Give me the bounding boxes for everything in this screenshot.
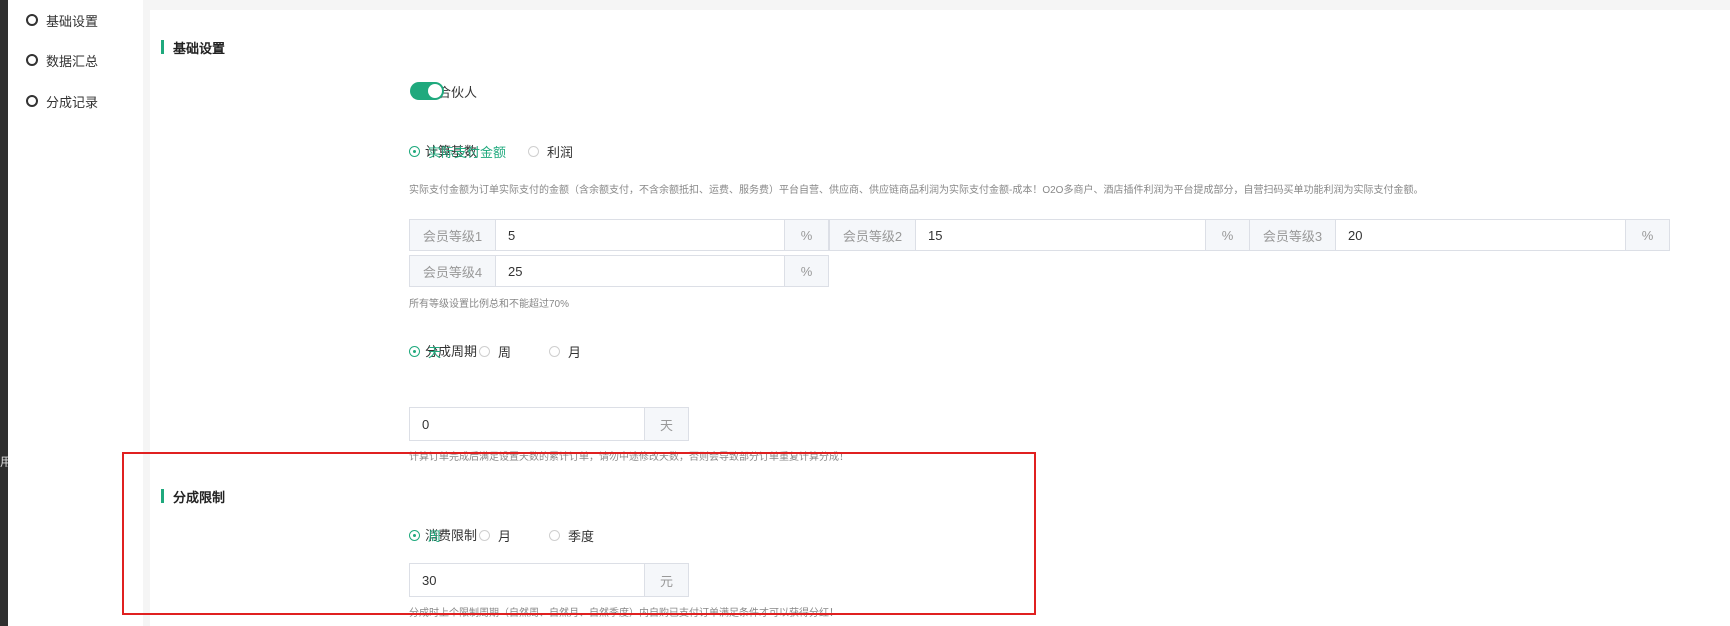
radio-dot-icon bbox=[409, 345, 420, 357]
radio-dot-icon bbox=[528, 145, 540, 157]
radio-label: 周 bbox=[428, 528, 442, 544]
ratio-level-2-name: 会员等级2 bbox=[830, 220, 916, 250]
ratio-level-1-unit: % bbox=[784, 220, 828, 250]
radio-label: 实际支付金额 bbox=[428, 144, 507, 160]
sidebar-item-label: 分成记录 bbox=[46, 94, 99, 110]
sidebar: 基础设置 数据汇总 分成记录 bbox=[8, 0, 143, 626]
toggle-knob bbox=[428, 84, 442, 98]
ratio-level-4-group: 会员等级4 25 % bbox=[409, 255, 829, 287]
consume-hint: 分成时上个限制周期（自然周、自然月、自然季度）内自购已支付订单满足条件才可以获得… bbox=[409, 608, 839, 619]
ratio-level-4-unit: % bbox=[784, 256, 828, 286]
calc-base-hint: 实际支付金额为订单实际支付的金额（含余额支付，不含余额抵扣、运费、服务费）平台自… bbox=[409, 185, 1424, 196]
settle-days-unit: 天 bbox=[644, 408, 688, 440]
radio-label: 利润 bbox=[547, 144, 574, 160]
consume-amount-unit: 元 bbox=[644, 564, 688, 596]
ratio-level-1-input[interactable]: 5 bbox=[496, 220, 784, 250]
share-partner-label: 共享合伙人 bbox=[411, 85, 477, 100]
radio-limit-quarter[interactable]: 季度 bbox=[549, 526, 594, 545]
ratio-hint: 所有等级设置比例总和不能超过70% bbox=[409, 299, 570, 310]
radio-dot-icon bbox=[549, 345, 561, 357]
sidebar-item-label: 数据汇总 bbox=[46, 53, 99, 69]
ratio-level-2-input[interactable]: 15 bbox=[916, 220, 1205, 250]
ratio-level-3-unit: % bbox=[1625, 220, 1669, 250]
section-title-text: 基础设置 bbox=[173, 40, 226, 56]
radio-profit[interactable]: 利润 bbox=[528, 142, 573, 161]
radio-period-day[interactable]: 天 bbox=[409, 342, 441, 361]
radio-label: 月 bbox=[568, 344, 582, 360]
consume-radio-group: 周 月 季度 bbox=[409, 525, 616, 545]
sidebar-item-commission-records[interactable]: 分成记录 bbox=[26, 91, 98, 111]
circle-icon bbox=[26, 14, 38, 26]
ratio-level-1-group: 会员等级1 5 % bbox=[409, 219, 829, 251]
sidebar-item-label: 基础设置 bbox=[46, 13, 99, 29]
radio-period-month[interactable]: 月 bbox=[549, 342, 581, 361]
settings-panel: 基础设置 共享合伙人 计算基数 实际支付金额 利润 实际支付金额为订单实际支付的… bbox=[150, 10, 1730, 626]
radio-label: 月 bbox=[498, 528, 512, 544]
ratio-level-4-name: 会员等级4 bbox=[410, 256, 496, 286]
section-accent-bar bbox=[161, 489, 164, 503]
radio-dot-icon bbox=[479, 345, 491, 357]
section-title-text: 分成限制 bbox=[173, 489, 226, 505]
radio-actual-payment[interactable]: 实际支付金额 bbox=[409, 142, 506, 161]
circle-icon bbox=[26, 54, 38, 66]
radio-dot-icon bbox=[479, 529, 491, 541]
radio-label: 天 bbox=[428, 344, 442, 360]
share-partner-toggle[interactable] bbox=[410, 82, 444, 100]
circle-icon bbox=[26, 95, 38, 107]
ratio-level-3-input[interactable]: 20 bbox=[1336, 220, 1625, 250]
radio-label: 季度 bbox=[568, 528, 595, 544]
consume-amount-input[interactable]: 30 bbox=[410, 564, 644, 596]
sidebar-item-data-summary[interactable]: 数据汇总 bbox=[26, 50, 98, 70]
radio-limit-month[interactable]: 月 bbox=[479, 526, 511, 545]
settle-hint: 计算订单完成后满足设置天数的累计订单，请勿中途修改天数，否则会导致部分订单重复计… bbox=[409, 452, 849, 463]
radio-period-week[interactable]: 周 bbox=[479, 342, 511, 361]
radio-dot-icon bbox=[409, 145, 420, 157]
ratio-level-3-group: 会员等级3 20 % bbox=[1249, 219, 1670, 251]
radio-label: 周 bbox=[498, 344, 512, 360]
ratio-level-2-unit: % bbox=[1205, 220, 1249, 250]
radio-dot-icon bbox=[549, 529, 561, 541]
radio-limit-week[interactable]: 周 bbox=[409, 526, 441, 545]
ratio-level-3-name: 会员等级3 bbox=[1250, 220, 1336, 250]
period-radio-group: 天 周 月 bbox=[409, 341, 603, 361]
settle-input-group: 0 天 bbox=[409, 407, 689, 441]
ratio-level-1-name: 会员等级1 bbox=[410, 220, 496, 250]
consume-amount-group: 30 元 bbox=[409, 563, 689, 597]
ratio-level-2-group: 会员等级2 15 % bbox=[829, 219, 1250, 251]
settle-days-input[interactable]: 0 bbox=[410, 408, 644, 440]
section-title-basic: 基础设置 bbox=[161, 39, 226, 56]
calc-base-radio-group: 实际支付金额 利润 bbox=[409, 141, 595, 161]
section-accent-bar bbox=[161, 40, 164, 54]
left-dark-strip: 用 bbox=[0, 0, 12, 626]
section-title-limit: 分成限制 bbox=[161, 488, 226, 505]
ratio-level-4-input[interactable]: 25 bbox=[496, 256, 784, 286]
radio-dot-icon bbox=[409, 529, 420, 541]
sidebar-item-basic-settings[interactable]: 基础设置 bbox=[26, 10, 98, 30]
